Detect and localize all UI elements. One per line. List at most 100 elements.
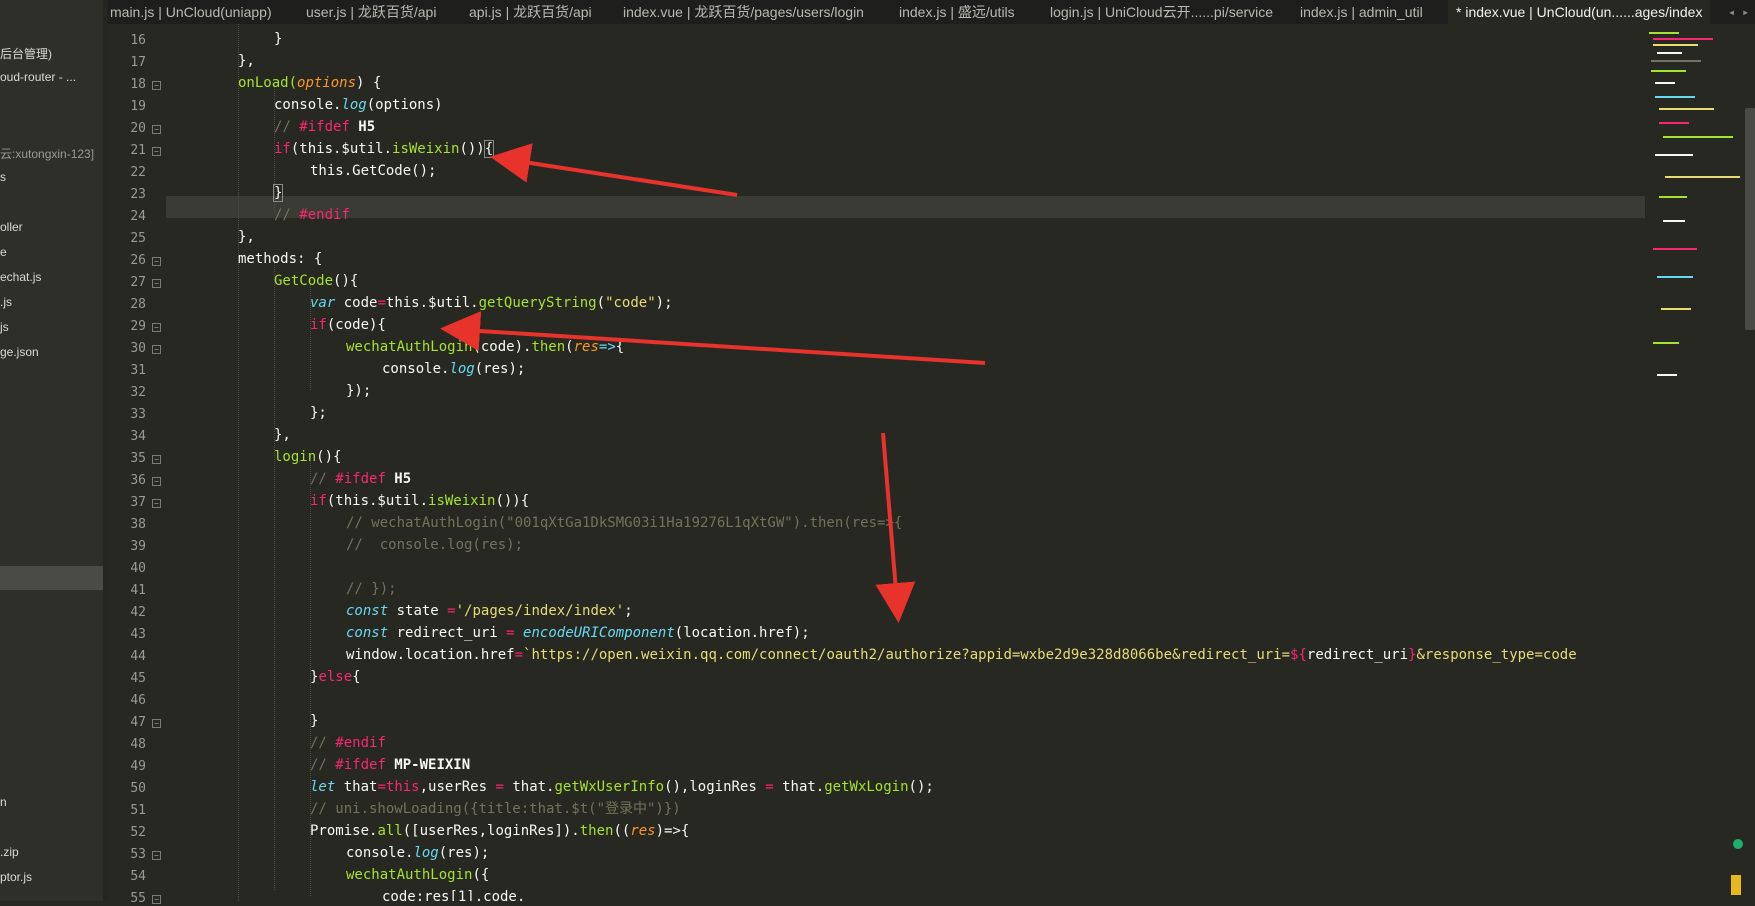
fold-toggle-icon[interactable]: − (152, 147, 161, 156)
fold-toggle-icon[interactable]: − (152, 279, 161, 288)
line-number: 52 (130, 825, 146, 840)
line-number: 55 (130, 891, 146, 906)
code-line-53: console.log(res); (346, 845, 490, 861)
line-number: 30 (130, 341, 146, 356)
tree-item[interactable]: oller (0, 220, 23, 234)
line-number: 32 (130, 385, 146, 400)
line-number: 23 (130, 187, 146, 202)
project-tree-selection (0, 566, 103, 590)
tab-user-js[interactable]: user.js | 龙跃百货/api (306, 0, 436, 24)
code-line-24: // #endif (274, 207, 350, 223)
line-number: 34 (130, 429, 146, 444)
code-line-20: // #ifdef H5 (274, 119, 376, 135)
tree-item[interactable]: .zip (0, 845, 19, 859)
line-number: 18 (130, 77, 146, 92)
line-number: 27 (130, 275, 146, 290)
code-line-47: } (310, 713, 319, 729)
code-line-26: methods: { (238, 251, 323, 267)
tab-main-js[interactable]: main.js | UnCloud(uniapp) (110, 0, 272, 24)
code-line-16: } (274, 31, 283, 47)
tab-next-icon[interactable]: ▸ (1742, 0, 1749, 24)
editor-tab-bar: main.js | UnCloud(uniapp) user.js | 龙跃百货… (108, 0, 1755, 24)
code-line-33: }; (310, 405, 327, 421)
minimap-line (1657, 374, 1677, 376)
line-number: 33 (130, 407, 146, 422)
line-number: 41 (130, 583, 146, 598)
current-line-highlight (166, 196, 1645, 218)
tab-index-vue-active[interactable]: * index.vue | UnCloud(un......ages/index (1448, 0, 1711, 24)
line-number: 31 (130, 363, 146, 378)
code-line-48: // #endif (310, 735, 386, 751)
code-editor[interactable]: } }, onLoad(options) { console.log(optio… (166, 24, 1645, 901)
code-line-44: window.location.href=`https://open.weixi… (346, 647, 1577, 663)
minimap-line (1651, 60, 1701, 62)
tab-index-js-admin[interactable]: index.js | admin_util (1300, 0, 1423, 24)
tree-item[interactable]: s (0, 170, 6, 184)
fold-toggle-icon[interactable]: − (152, 323, 161, 332)
minimap-line (1655, 154, 1693, 156)
code-line-17: }, (238, 53, 255, 69)
fold-toggle-icon[interactable]: − (152, 895, 161, 904)
line-number: 25 (130, 231, 146, 246)
minimap-line (1651, 70, 1686, 72)
tab-index-js-utils[interactable]: index.js | 盛远/utils (899, 0, 1015, 24)
code-line-42: const state ='/pages/index/index'; (346, 603, 633, 619)
minimap[interactable] (1645, 24, 1741, 901)
minimap-line (1653, 248, 1697, 250)
tree-item[interactable]: oud-router - ... (0, 70, 76, 84)
minimap-line (1653, 342, 1679, 344)
tree-item[interactable]: e (0, 245, 7, 259)
line-number: 20 (130, 121, 146, 136)
line-number: 19 (130, 99, 146, 114)
code-line-37: if(this.$util.isWeixin()){ (310, 493, 530, 509)
code-line-35: login(){ (274, 449, 342, 465)
status-level-icon (1731, 875, 1741, 895)
tab-prev-icon[interactable]: ◂ (1728, 0, 1735, 24)
editor-scrollbar[interactable] (1745, 108, 1755, 330)
code-line-27: GetCode(){ (274, 273, 359, 289)
line-number: 26 (130, 253, 146, 268)
tree-item[interactable]: ge.json (0, 345, 39, 359)
tab-api-js[interactable]: api.js | 龙跃百货/api (469, 0, 592, 24)
code-line-21: if(this.$util.isWeixin()){ (274, 140, 495, 158)
code-line-41: // }); (346, 581, 397, 597)
code-line-19: console.log(options) (274, 97, 443, 113)
tree-item[interactable]: n (0, 795, 7, 809)
line-number: 51 (130, 803, 146, 818)
tab-index-vue-login[interactable]: index.vue | 龙跃百货/pages/users/login (623, 0, 864, 24)
fold-toggle-icon[interactable]: − (152, 257, 161, 266)
code-line-22: this.GetCode(); (310, 163, 437, 179)
tree-item[interactable]: 后台管理) (0, 45, 52, 62)
fold-toggle-icon[interactable]: − (152, 345, 161, 354)
tree-item[interactable]: echat.js (0, 270, 41, 284)
status-indicator-icon (1733, 839, 1743, 849)
fold-toggle-icon[interactable]: − (152, 719, 161, 728)
code-line-34: }, (274, 427, 291, 443)
line-number: 47 (130, 715, 146, 730)
code-line-25: }, (238, 229, 255, 245)
minimap-line (1655, 96, 1695, 98)
fold-toggle-icon[interactable]: − (152, 851, 161, 860)
fold-toggle-icon[interactable]: − (152, 81, 161, 90)
minimap-line (1659, 122, 1689, 124)
line-number: 16 (130, 33, 146, 48)
fold-toggle-icon[interactable]: − (152, 125, 161, 134)
line-number: 39 (130, 539, 146, 554)
line-number: 40 (130, 561, 146, 576)
tree-item[interactable]: js (0, 320, 9, 334)
tree-item[interactable]: .js (0, 295, 12, 309)
fold-toggle-icon[interactable]: − (152, 499, 161, 508)
tab-login-js[interactable]: login.js | UniCloud云开......pi/service (1050, 0, 1273, 24)
line-number: 28 (130, 297, 146, 312)
tree-item[interactable]: ptor.js (0, 870, 32, 884)
tree-item[interactable]: 云:xutongxin-123] (0, 145, 94, 162)
fold-toggle-icon[interactable]: − (152, 455, 161, 464)
line-number: 44 (130, 649, 146, 664)
line-number: 17 (130, 55, 146, 70)
code-line-36: // #ifdef H5 (310, 471, 412, 487)
line-number: 21 (130, 143, 146, 158)
code-line-39: // console.log(res); (346, 537, 524, 553)
code-line-49: // #ifdef MP-WEIXIN (310, 757, 471, 773)
fold-toggle-icon[interactable]: − (152, 477, 161, 486)
